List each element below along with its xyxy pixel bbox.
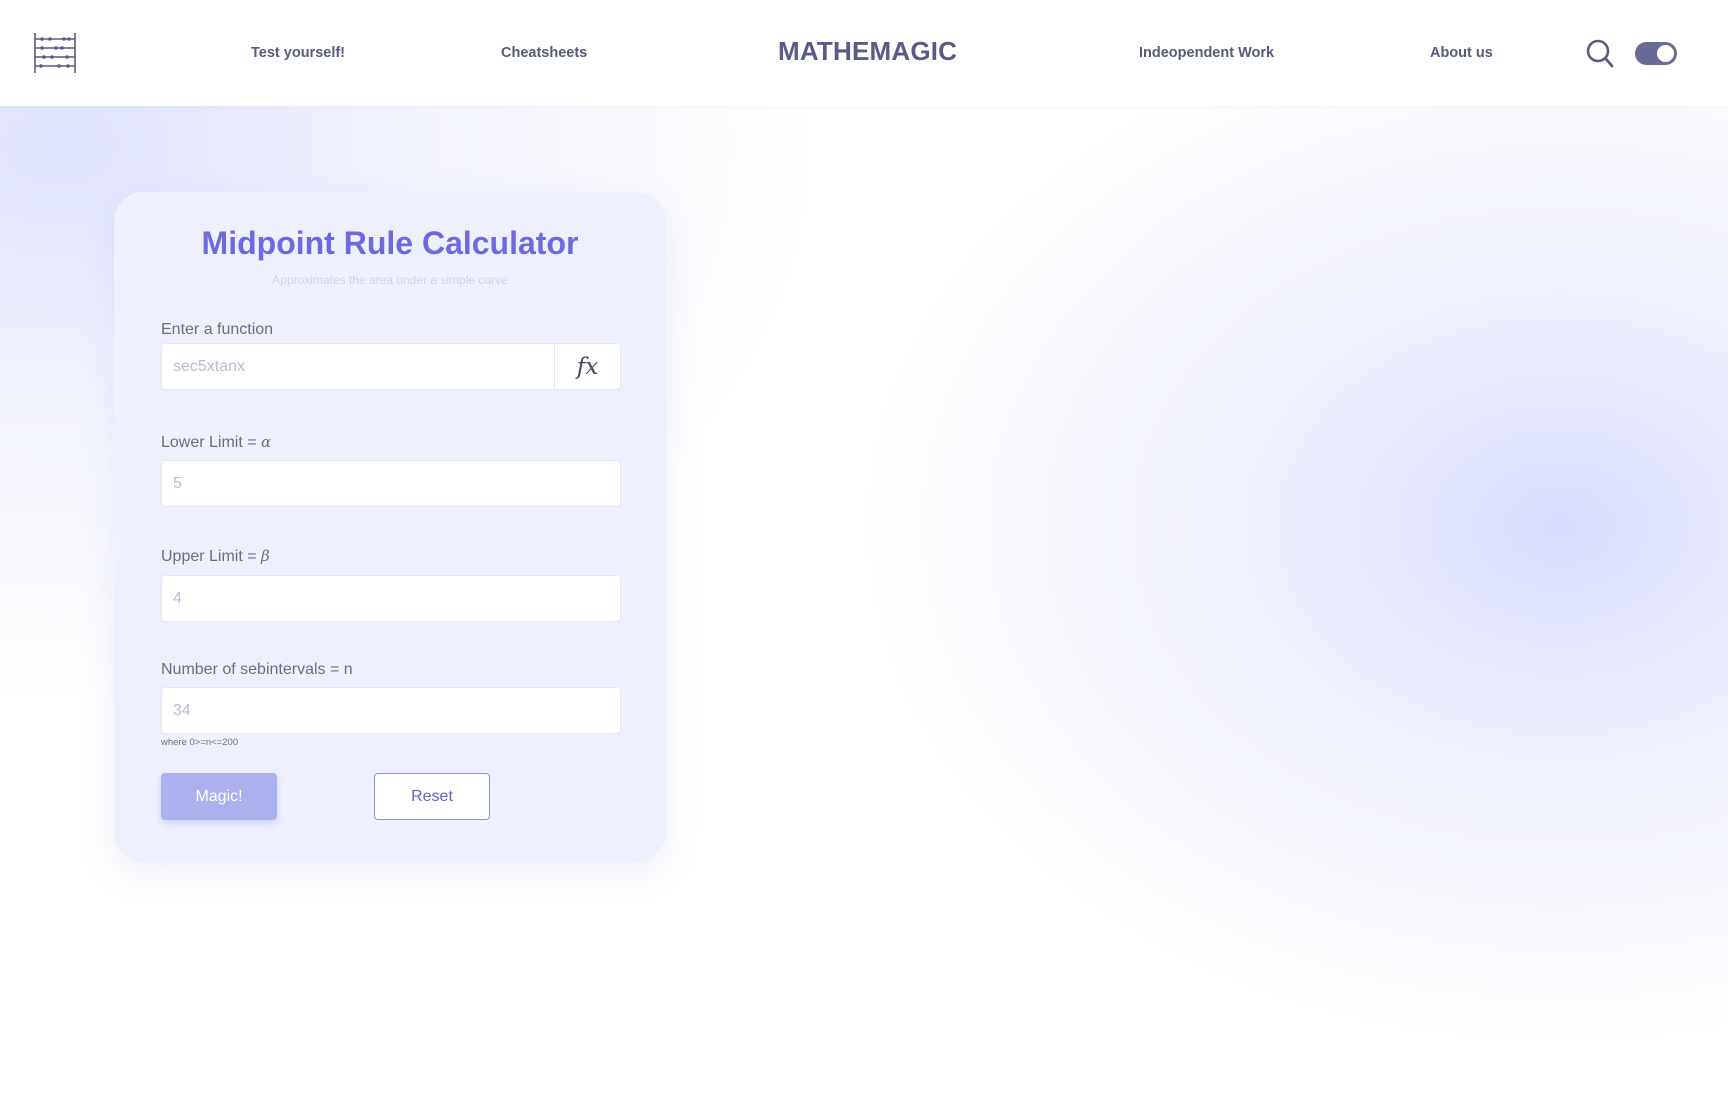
calculator-card: Midpoint Rule Calculator Approximates th… <box>114 192 666 862</box>
lower-limit-input[interactable] <box>161 460 621 507</box>
function-label: Enter a function <box>161 321 274 338</box>
nav-test-yourself[interactable]: Test yourself! <box>251 45 345 61</box>
brand-title[interactable]: MATHEMAGIC <box>778 36 957 67</box>
calculator-title: Midpoint Rule Calculator <box>201 225 579 261</box>
nav-independent-work[interactable]: Indeopendent Work <box>1139 45 1274 61</box>
toggle-knob <box>1657 45 1674 62</box>
upper-limit-label: Upper Limit = β <box>161 547 270 566</box>
theme-toggle[interactable] <box>1635 42 1677 65</box>
magic-button[interactable]: Magic! <box>161 773 277 820</box>
lower-limit-label: Lower Limit = α <box>161 433 271 452</box>
search-icon[interactable] <box>1586 39 1614 69</box>
abacus-icon[interactable] <box>34 33 76 73</box>
alpha-symbol: α <box>261 433 272 451</box>
beta-symbol: β <box>261 547 270 565</box>
calculator-subtitle: Approximates the area under a simple cur… <box>272 273 508 287</box>
upper-limit-input[interactable] <box>161 575 621 622</box>
fx-button[interactable]: fx <box>554 343 621 390</box>
function-input[interactable] <box>161 343 555 390</box>
subintervals-hint: where 0>=n<=200 <box>161 737 239 748</box>
lower-limit-label-text: Lower Limit = <box>161 434 262 451</box>
reset-button[interactable]: Reset <box>374 773 490 820</box>
top-navbar: Test yourself! Cheatsheets MATHEMAGIC In… <box>0 0 1728 106</box>
upper-limit-label-text: Upper Limit = <box>161 548 262 565</box>
nav-cheatsheets[interactable]: Cheatsheets <box>501 45 587 61</box>
nav-about-us[interactable]: About us <box>1430 45 1493 61</box>
subintervals-input[interactable] <box>161 687 621 734</box>
subintervals-label: Number of sebintervals = n <box>161 661 353 678</box>
